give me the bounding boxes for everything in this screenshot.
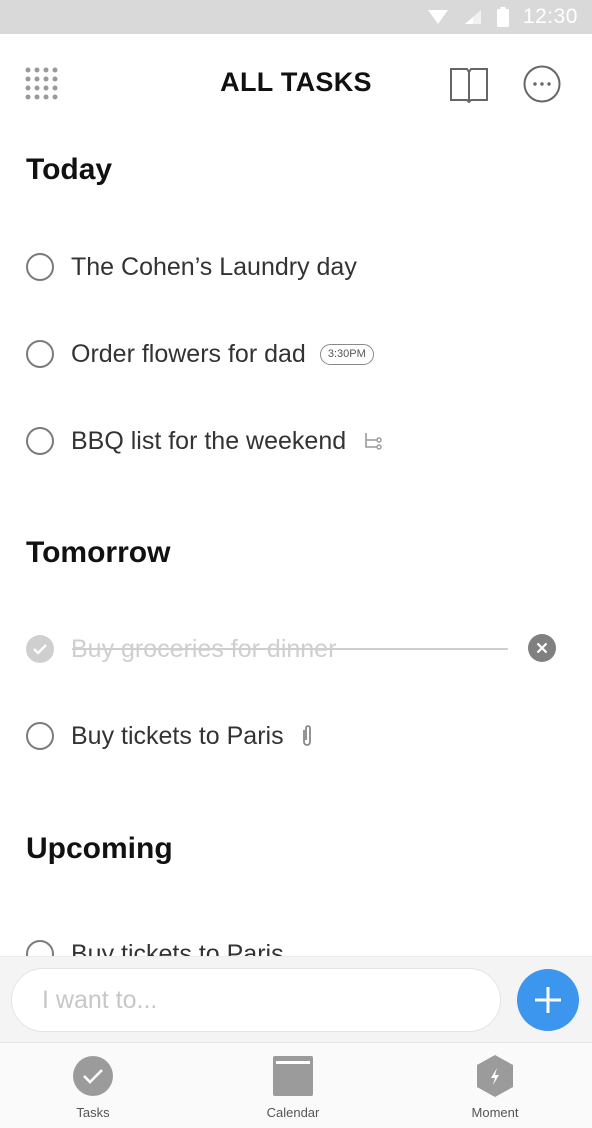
add-task-button[interactable]: [517, 969, 579, 1031]
subtask-icon: [362, 430, 384, 452]
section-title-today: Today: [26, 153, 113, 186]
bottom-navigation: Tasks Calendar Moment: [0, 1042, 592, 1128]
signal-icon: [463, 8, 483, 26]
more-icon: [523, 65, 561, 103]
quick-add-input[interactable]: I want to...: [11, 968, 501, 1032]
calendar-icon: [273, 1056, 313, 1096]
book-icon: [450, 68, 488, 104]
task-item[interactable]: The Cohen’s Laundry day: [26, 247, 357, 287]
plus-icon: [535, 987, 561, 1013]
task-label: BBQ list for the weekend: [71, 426, 347, 455]
task-checkbox-checked[interactable]: [26, 635, 54, 663]
task-checkbox[interactable]: [26, 722, 54, 750]
task-item[interactable]: Buy tickets to Paris: [26, 716, 314, 756]
page-title: ALL TASKS: [220, 67, 372, 97]
wifi-icon: [427, 8, 449, 26]
status-bar: 12:30: [0, 0, 592, 34]
check-icon: [33, 644, 47, 655]
nav-tab-moment[interactable]: Moment: [435, 1053, 555, 1120]
nav-label: Moment: [471, 1105, 519, 1120]
task-label: Buy tickets to Paris: [71, 939, 284, 957]
task-label: Order flowers for dad: [71, 339, 306, 368]
section-title-tomorrow: Tomorrow: [26, 536, 171, 569]
task-item-partial[interactable]: Buy tickets to Paris: [26, 934, 586, 956]
battery-icon: [496, 7, 509, 27]
task-item[interactable]: BBQ list for the weekend: [26, 421, 384, 461]
section-title-upcoming: Upcoming: [26, 832, 173, 865]
app-screen: 12:30 ALL TASKS Today The Cohen’s Laundr…: [0, 0, 592, 1128]
task-checkbox[interactable]: [26, 253, 54, 281]
task-label: The Cohen’s Laundry day: [71, 252, 357, 281]
reminder-time-badge: 3:30PM: [319, 343, 374, 365]
nav-label: Tasks: [76, 1105, 110, 1120]
lightning-hexagon-icon: [477, 1055, 513, 1097]
task-checkbox[interactable]: [26, 427, 54, 455]
nav-label: Calendar: [266, 1105, 320, 1120]
task-checkbox[interactable]: [26, 940, 54, 956]
quick-add-bar: I want to...: [0, 956, 592, 1042]
nav-tab-calendar[interactable]: Calendar: [233, 1053, 353, 1120]
nav-tab-tasks[interactable]: Tasks: [33, 1053, 153, 1120]
task-item[interactable]: Order flowers for dad 3:30PM: [26, 334, 374, 374]
lists-button[interactable]: [448, 64, 490, 104]
status-time: 12:30: [522, 5, 578, 28]
delete-task-button[interactable]: [528, 634, 556, 662]
check-circle-icon: [73, 1056, 113, 1096]
paperclip-icon: [300, 724, 314, 748]
close-icon: [536, 642, 548, 654]
task-checkbox[interactable]: [26, 340, 54, 368]
strikethrough-line: [72, 648, 508, 650]
task-label: Buy tickets to Paris: [71, 721, 284, 750]
app-header: ALL TASKS: [0, 34, 592, 134]
more-options-button[interactable]: [522, 64, 562, 104]
